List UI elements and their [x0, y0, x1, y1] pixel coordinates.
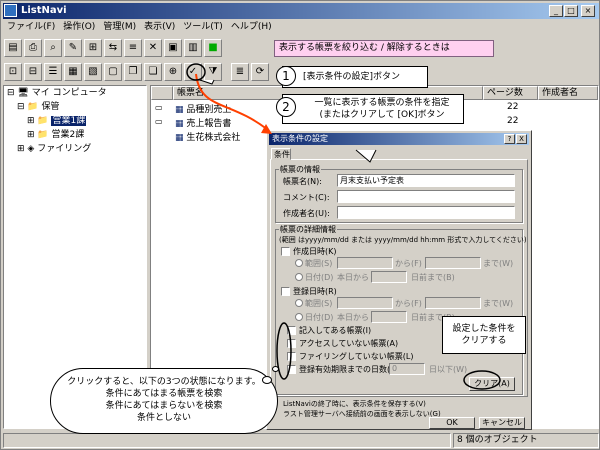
- header-callout: 表示する帳票を絞り込む / 解除するときは: [274, 40, 494, 57]
- step1-pointer: [199, 79, 215, 85]
- cloud-line1: クリックすると、以下の3つの状態になります。: [67, 377, 261, 387]
- step2-text-line2: (またはクリアして [OK]ボタン: [319, 110, 445, 120]
- cloud-line4: 条件としない: [136, 413, 191, 423]
- cloud-line2: 条件にあてはまる帳票を検索: [105, 389, 223, 399]
- step2-text-line1: 一覧に表示する帳票の条件を指定: [314, 98, 450, 108]
- step1-callout: [表示条件の設定]ボタン: [282, 66, 428, 88]
- cloud-tail-1: [262, 376, 272, 384]
- step1-text: [表示条件の設定]ボタン: [303, 72, 401, 82]
- cloud-line3: 条件にあてはまらないを検索: [105, 401, 223, 411]
- step2-callout: 一覧に表示する帳票の条件を指定 (またはクリアして [OK]ボタン: [282, 94, 464, 124]
- clear-note-line1: 設定した条件を: [452, 324, 516, 334]
- clear-highlight-ellipse: [463, 370, 501, 390]
- step2-pointer: [355, 149, 377, 163]
- tab-conditions[interactable]: 条件: [271, 148, 291, 160]
- step1-number: 1: [276, 66, 296, 86]
- cloud-tail-2: [272, 366, 279, 372]
- checkbox-highlight-ellipse: [276, 322, 292, 380]
- step2-number: 2: [276, 97, 296, 117]
- clear-note-line2: クリアする: [461, 336, 507, 346]
- clear-callout: 設定した条件を クリアする: [442, 316, 526, 354]
- cloud-callout: クリックすると、以下の3つの状態になります。 条件にあてはまる帳票を検索 条件に…: [50, 368, 278, 434]
